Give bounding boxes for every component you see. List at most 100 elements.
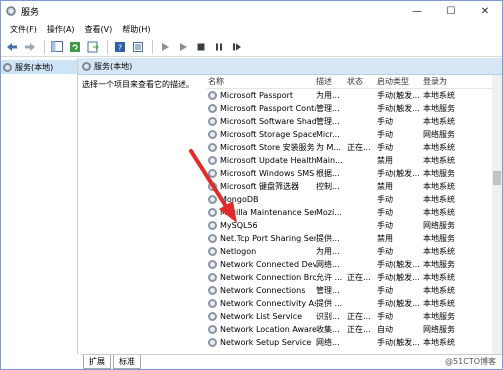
- service-log-on-as: 本地系统: [423, 91, 455, 100]
- service-description: 识别...: [316, 312, 340, 321]
- service-name-text: Network Setup Service: [220, 338, 312, 347]
- service-gear-icon: [208, 91, 217, 100]
- start-service-icon[interactable]: [157, 39, 173, 55]
- table-row[interactable]: Network Connected Devic...网络... 手动(触发...本…: [206, 258, 502, 271]
- restart-service-icon[interactable]: [229, 39, 245, 55]
- properties-icon[interactable]: [130, 39, 146, 55]
- service-description: 管理...: [316, 104, 340, 113]
- column-header-log-on-as[interactable]: 登录为: [423, 76, 463, 87]
- service-name: Network Location Awarene...: [206, 325, 316, 334]
- tree-item-services-local[interactable]: 服务(本地): [1, 60, 77, 74]
- watermark: @51CTO博客: [445, 357, 496, 366]
- table-row[interactable]: Mozilla Maintenance ServiceMozi... 手动 本地系统: [206, 206, 502, 219]
- back-arrow-icon[interactable]: [4, 39, 20, 55]
- service-log-on-as: 本地系统: [423, 156, 455, 165]
- service-log-on-as: 本地系统: [423, 273, 455, 282]
- menu-help[interactable]: 帮助(H): [117, 24, 155, 35]
- column-header-description[interactable]: 描述: [316, 76, 347, 87]
- service-startup-type: 手动(触发...: [377, 273, 420, 282]
- column-header-name[interactable]: 名称: [206, 76, 316, 87]
- table-row[interactable]: Microsoft Store 安装服务为 M... 正在... 手动 本地系统: [206, 141, 502, 154]
- table-row[interactable]: Microsoft Software Shado...管理... 手动 本地系统: [206, 115, 502, 128]
- title-bar: 服务 — ☐ ✕: [1, 1, 502, 21]
- table-row[interactable]: Network Connection Broker允许 ... 正在... 手动(触…: [206, 271, 502, 284]
- tab-extended[interactable]: 扩展: [83, 355, 111, 369]
- services-list: 名称 描述 状态 启动类型 登录为 Microsoft Passport 为用..…: [206, 75, 502, 354]
- menu-view[interactable]: 查看(V): [80, 24, 118, 35]
- table-row[interactable]: Network Location Awarene...收集... 正在... 自动 网…: [206, 323, 502, 336]
- service-name-text: Microsoft Windows SMS 路...: [220, 169, 316, 178]
- menu-action[interactable]: 操作(A): [42, 24, 80, 35]
- vertical-scrollbar[interactable]: [492, 75, 502, 354]
- service-startup-type: 手动: [377, 312, 393, 321]
- service-description: 收集...: [316, 325, 340, 334]
- service-gear-icon: [208, 104, 217, 113]
- table-row[interactable]: Microsoft Passport Container管理... 手动(触发..…: [206, 102, 502, 115]
- service-startup-type: 手动(触发...: [377, 260, 420, 269]
- export-list-icon[interactable]: [85, 39, 101, 55]
- service-status: 正在...: [347, 143, 371, 152]
- service-gear-icon: [208, 260, 217, 269]
- service-startup-type: 手动: [377, 208, 393, 217]
- pane-header-title: 服务(本地): [94, 61, 133, 71]
- service-description: 提供 ...: [316, 299, 343, 308]
- service-startup-type: 手动: [377, 286, 393, 295]
- table-row[interactable]: MongoDB 手动 本地系统: [206, 193, 502, 206]
- column-header-startup-type[interactable]: 启动类型: [377, 76, 423, 87]
- table-row[interactable]: Network Connectivity Assis...提供 ... 手动(触发…: [206, 297, 502, 310]
- column-header-status[interactable]: 状态: [347, 76, 377, 87]
- service-startup-type: 手动(触发...: [377, 299, 420, 308]
- scrollbar-thumb[interactable]: [493, 171, 501, 185]
- view-tabs: 扩展 标准: [81, 354, 502, 369]
- services-gear-icon: [3, 62, 12, 72]
- service-gear-icon: [208, 169, 217, 178]
- console-tree-icon[interactable]: [49, 39, 65, 55]
- service-name: Network Connected Devic...: [206, 260, 316, 269]
- table-row[interactable]: Net.Tcp Port Sharing Service提供... 禁用 本地服务: [206, 232, 502, 245]
- minimize-button[interactable]: —: [400, 1, 434, 21]
- service-status: 正在...: [347, 312, 371, 321]
- service-name-text: Microsoft Storage Spaces S...: [220, 130, 316, 139]
- service-name-text: Netlogon: [220, 247, 257, 256]
- service-description: 控制...: [316, 182, 340, 191]
- table-row[interactable]: Network Setup Service 网络... 手动(触发... 本地系统: [206, 336, 502, 349]
- service-startup-type: 禁用: [377, 234, 393, 243]
- details-pane: 服务(本地) 选择一个项目来查看它的描述。 名称 描述 状态 启动类型 登录为 …: [78, 58, 502, 354]
- service-name: MySQL56: [206, 221, 316, 230]
- tab-standard[interactable]: 标准: [113, 355, 141, 369]
- service-startup-type: 手动(触发...: [377, 91, 420, 100]
- stop-service-icon[interactable]: [193, 39, 209, 55]
- toolbar-divider: [152, 39, 153, 54]
- service-startup-type: 手动: [377, 221, 393, 230]
- table-row[interactable]: Microsoft Storage Spaces S...Micr... 手动 网络…: [206, 128, 502, 141]
- table-row[interactable]: Network Connections 管理... 手动 本地系统: [206, 284, 502, 297]
- menu-file[interactable]: 文件(F): [5, 24, 42, 35]
- table-row[interactable]: Microsoft 键盘筛选器 控制... 禁用 本地系统: [206, 180, 502, 193]
- help-icon[interactable]: ?: [112, 39, 128, 55]
- service-name-text: Microsoft Update Health S...: [220, 156, 316, 165]
- table-row[interactable]: Microsoft Windows SMS 路...根据... 手动(触发...本…: [206, 167, 502, 180]
- start-service-paused-icon[interactable]: [175, 39, 191, 55]
- service-description: 根据...: [316, 169, 340, 178]
- service-log-on-as: 本地系统: [423, 182, 455, 191]
- service-name-text: Network Connections: [220, 286, 306, 295]
- table-row[interactable]: Netlogon 为用... 手动 本地系统: [206, 245, 502, 258]
- service-gear-icon: [208, 299, 217, 308]
- service-description: 网络...: [316, 260, 340, 269]
- table-row[interactable]: MySQL56 手动 网络服务: [206, 219, 502, 232]
- refresh-icon[interactable]: [67, 39, 83, 55]
- pause-service-icon[interactable]: [211, 39, 227, 55]
- table-row[interactable]: Microsoft Passport 为用... 手动(触发... 本地系统: [206, 89, 502, 102]
- list-rows: Microsoft Passport 为用... 手动(触发... 本地系统 Micro…: [206, 89, 502, 349]
- maximize-button[interactable]: ☐: [434, 1, 468, 21]
- table-row[interactable]: Network List Service 识别... 正在... 手动 本地服务: [206, 310, 502, 323]
- service-status: 正在...: [347, 273, 371, 282]
- service-name-text: Network Connection Broker: [220, 273, 316, 282]
- table-row[interactable]: Microsoft Update Health S...Main... 禁用 本地系…: [206, 154, 502, 167]
- service-name: MongoDB: [206, 195, 316, 204]
- forward-arrow-icon[interactable]: [22, 39, 38, 55]
- service-log-on-as: 网络服务: [423, 130, 455, 139]
- service-log-on-as: 本地服务: [423, 260, 455, 269]
- service-name-text: Mozilla Maintenance Service: [220, 208, 316, 217]
- close-button[interactable]: ✕: [468, 1, 502, 21]
